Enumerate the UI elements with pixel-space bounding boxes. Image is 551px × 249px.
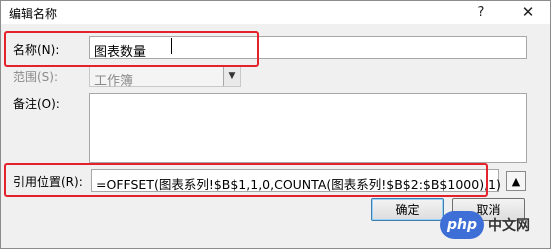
comment-label: 备注(O): — [13, 97, 60, 111]
php-logo: php — [440, 211, 484, 239]
collapse-dialog-button[interactable]: ▲ — [506, 171, 526, 191]
refers-to-input[interactable]: =OFFSET(图表系列!$B$1,1,0,COUNTA(图表系列!$B$2:$… — [91, 169, 501, 192]
scope-select-value: 工作簿 — [94, 74, 134, 89]
comment-textarea[interactable] — [89, 93, 527, 163]
text-cursor — [171, 38, 172, 54]
scope-label: 范围(S): — [13, 70, 59, 84]
chevron-down-icon[interactable]: ▼ — [223, 66, 240, 86]
watermark-text: 中文网 — [488, 218, 530, 234]
help-icon: ? — [477, 4, 485, 20]
close-icon: ✕ — [521, 3, 535, 21]
ok-button[interactable]: 确定 — [371, 198, 444, 221]
watermark: php 中文网 — [440, 207, 530, 243]
collapse-arrow-icon: ▲ — [511, 174, 521, 188]
close-button[interactable]: ✕ — [511, 1, 545, 23]
title-bar: 编辑名称 ? ✕ — [1, 1, 550, 24]
help-button[interactable]: ? — [464, 1, 498, 23]
name-input[interactable]: 图表数量 — [89, 36, 527, 60]
dialog-title: 编辑名称 — [9, 7, 58, 21]
refers-to-value: =OFFSET(图表系列!$B$1,1,0,COUNTA(图表系列!$B$2:$… — [96, 177, 501, 192]
name-label: 名称(N): — [13, 43, 60, 57]
scope-select[interactable]: 工作簿 ▼ — [89, 65, 241, 89]
name-input-value: 图表数量 — [94, 45, 147, 60]
refers-to-label: 引用位置(R): — [13, 175, 83, 189]
